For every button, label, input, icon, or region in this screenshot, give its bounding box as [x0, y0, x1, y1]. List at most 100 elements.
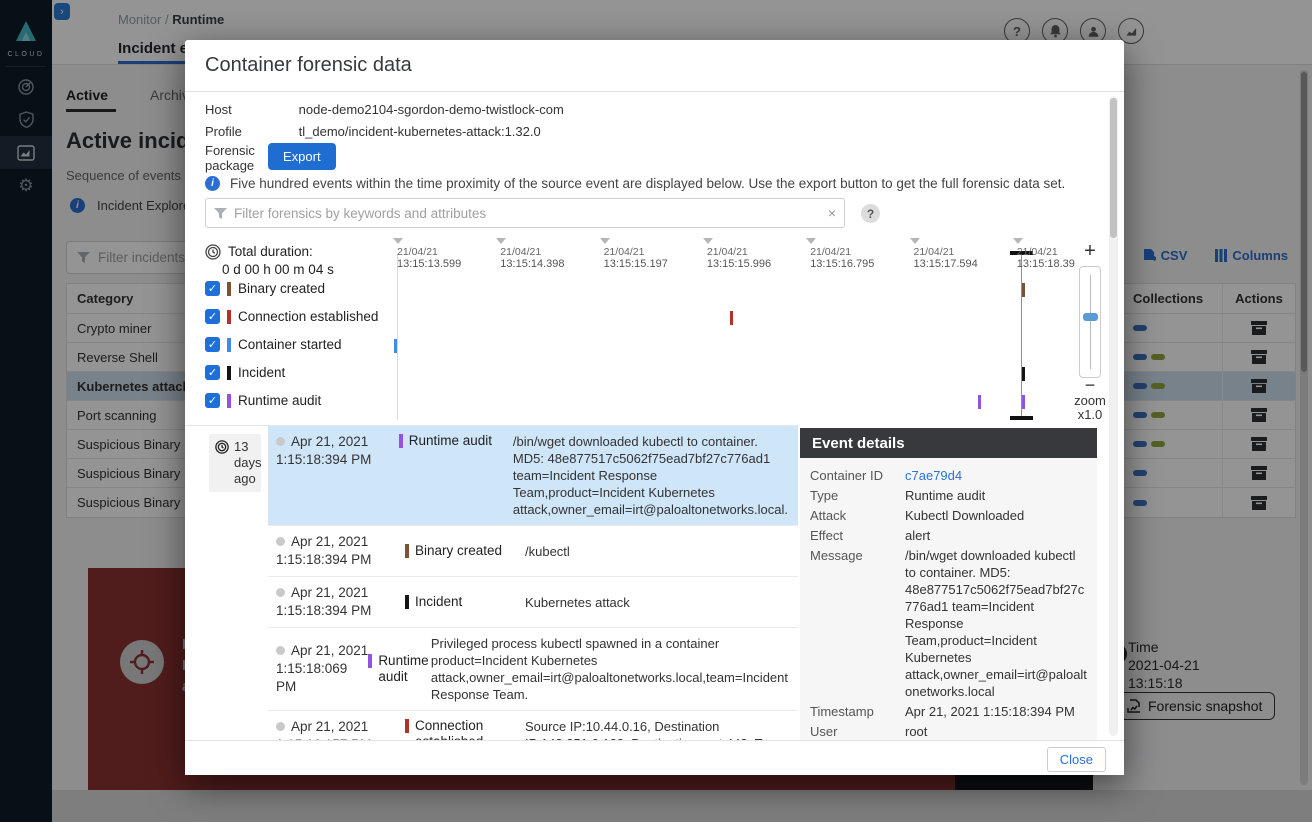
- age-days-number: 13: [234, 439, 248, 455]
- event-dot-icon: [276, 646, 285, 655]
- tick-triangle-icon: [600, 238, 610, 244]
- event-row[interactable]: Apr 21, 20211:15:18:394 PM Binary create…: [268, 526, 798, 577]
- host-field: Host node-demo2104-sgordon-demo-twistloc…: [205, 102, 564, 117]
- timeline-plot[interactable]: 21/04/2113:15:13.59921/04/2113:15:14.398…: [392, 240, 1062, 420]
- clock-icon: [215, 440, 229, 454]
- tick-time: 13:15:16.795: [810, 258, 874, 270]
- event-time: 1:15:18:394 PM: [276, 452, 371, 467]
- timeline-event-mark[interactable]: [978, 395, 981, 409]
- total-duration-label: Total duration:: [228, 244, 313, 260]
- checkbox-checked[interactable]: ✓: [205, 309, 220, 324]
- detail-label: Attack: [810, 507, 905, 524]
- event-time: 1:15:18:394 PM: [276, 552, 371, 567]
- zoom-in-button[interactable]: +: [1070, 240, 1110, 263]
- modal-scrollbar[interactable]: [1109, 96, 1118, 736]
- timeline-event-mark[interactable]: [730, 311, 733, 325]
- zoom-slider-handle[interactable]: [1083, 313, 1098, 321]
- forensic-modal: Container forensic data Host node-demo21…: [185, 40, 1124, 775]
- detail-value: root: [905, 723, 1087, 740]
- event-row[interactable]: Apr 21, 20211:15:18:394 PM Incident Kube…: [268, 577, 798, 628]
- tick-triangle-icon: [703, 238, 713, 244]
- filter-help-icon[interactable]: ?: [861, 204, 880, 223]
- modal-scrollbar-thumb[interactable]: [1110, 98, 1117, 238]
- detail-value: alert: [905, 527, 1087, 544]
- clock-icon: [205, 244, 221, 260]
- event-type-label: Runtime audit: [409, 433, 492, 518]
- profile-field: Profile tl_demo/incident-kubernetes-atta…: [205, 124, 541, 139]
- timeline-gridline: [397, 254, 398, 420]
- container-id-link[interactable]: c7ae79d4: [905, 467, 1087, 484]
- detail-label: User: [810, 723, 905, 740]
- event-type-color-chip: [405, 719, 409, 733]
- modal-info-row: i Five hundred events within the time pr…: [205, 176, 1085, 191]
- funnel-icon: [214, 208, 227, 219]
- legend-item-incident: ✓ Incident: [205, 365, 285, 380]
- tick-triangle-icon: [806, 238, 816, 244]
- binary-created-color-chip: [227, 282, 231, 296]
- event-list: 13 days ago Apr 21, 20211:15:18:394 PM R…: [185, 425, 798, 740]
- legend-item-connection-established: ✓ Connection established: [205, 309, 378, 324]
- tick-triangle-icon: [496, 238, 506, 244]
- checkbox-checked[interactable]: ✓: [205, 365, 220, 380]
- checkbox-checked[interactable]: ✓: [205, 337, 220, 352]
- tick-date: 21/04/21: [604, 246, 645, 258]
- tick-date: 21/04/21: [397, 246, 438, 258]
- event-time: 1:15:18:394 PM: [276, 603, 371, 618]
- event-details-body: Container IDc7ae79d4 TypeRuntime audit A…: [800, 458, 1097, 740]
- tick-time: 13:15:14.398: [500, 258, 564, 270]
- timeline-brush-line[interactable]: [1021, 255, 1022, 416]
- event-message: Source IP:10.44.0.16, Destination IP:142…: [525, 718, 798, 740]
- package-label: Forensic package: [205, 143, 267, 173]
- event-row-selected[interactable]: Apr 21, 20211:15:18:394 PM Runtime audit…: [268, 426, 798, 526]
- timeline-event-mark[interactable]: [394, 339, 397, 353]
- total-duration: Total duration:: [205, 244, 313, 260]
- application-root: CLOUD ⚙ › Monitor / Runtime Incident exp…: [0, 0, 1312, 822]
- profile-label: Profile: [205, 124, 267, 139]
- event-dot-icon: [276, 437, 285, 446]
- timeline-event-mark[interactable]: [1022, 395, 1025, 409]
- legend-item-container-started: ✓ Container started: [205, 337, 342, 352]
- modal-title: Container forensic data: [205, 54, 412, 77]
- zoom-slider-rail: [1090, 275, 1091, 369]
- forensics-filter-field[interactable]: [234, 206, 821, 221]
- checkbox-checked[interactable]: ✓: [205, 281, 220, 296]
- detail-value: Apr 21, 2021 1:15:18:394 PM: [905, 703, 1087, 720]
- tick-date: 21/04/21: [707, 246, 748, 258]
- age-days-word: days: [215, 455, 255, 471]
- timeline-event-mark[interactable]: [1022, 283, 1025, 297]
- zoom-slider[interactable]: [1079, 266, 1101, 378]
- modal-footer: Close: [185, 740, 1124, 775]
- event-message: Kubernetes attack: [525, 594, 798, 611]
- timeline-event-mark[interactable]: [1022, 367, 1025, 381]
- legend-item-runtime-audit: ✓ Runtime audit: [205, 393, 321, 408]
- timeline-zoom-control: + − zoom x1.0: [1070, 240, 1110, 422]
- event-type-color-chip: [405, 595, 409, 609]
- age-ago-word: ago: [215, 471, 255, 487]
- legend-label: Binary created: [238, 281, 325, 296]
- detail-label: Timestamp: [810, 703, 905, 720]
- checkbox-checked[interactable]: ✓: [205, 393, 220, 408]
- detail-value: /bin/wget downloaded kubectl to containe…: [905, 547, 1087, 700]
- event-type-label: Incident: [415, 594, 462, 610]
- event-message: Privileged process kubectl spawned in a …: [431, 635, 798, 703]
- zoom-out-button[interactable]: −: [1070, 378, 1110, 392]
- tick-date: 21/04/21: [500, 246, 541, 258]
- clear-filter-icon[interactable]: ×: [828, 205, 836, 221]
- close-button[interactable]: Close: [1047, 747, 1106, 772]
- event-row[interactable]: Apr 21, 20211:15:18:069 PM Runtime audit…: [268, 628, 798, 711]
- tick-date: 21/04/21: [914, 246, 955, 258]
- event-date: Apr 21, 2021: [291, 643, 368, 658]
- age-badge-wrap: 13 days ago: [209, 434, 261, 492]
- tick-time: 13:15:15.197: [604, 258, 668, 270]
- timeline-brush-bottom-handle[interactable]: [1010, 416, 1033, 420]
- event-row[interactable]: Apr 21, 20211:15:16:157 PM Connection es…: [268, 711, 798, 740]
- modal-info-text: Five hundred events within the time prox…: [230, 176, 1065, 191]
- detail-label: Message: [810, 547, 905, 700]
- detail-value: Kubectl Downloaded: [905, 507, 1087, 524]
- forensics-filter-input[interactable]: ×: [205, 198, 845, 228]
- export-button[interactable]: Export: [268, 143, 336, 170]
- connection-established-color-chip: [227, 310, 231, 324]
- tick-time: 13:15:13.599: [397, 258, 461, 270]
- event-type-color-chip: [368, 654, 372, 668]
- total-duration-value: 0 d 00 h 00 m 04 s: [222, 262, 334, 277]
